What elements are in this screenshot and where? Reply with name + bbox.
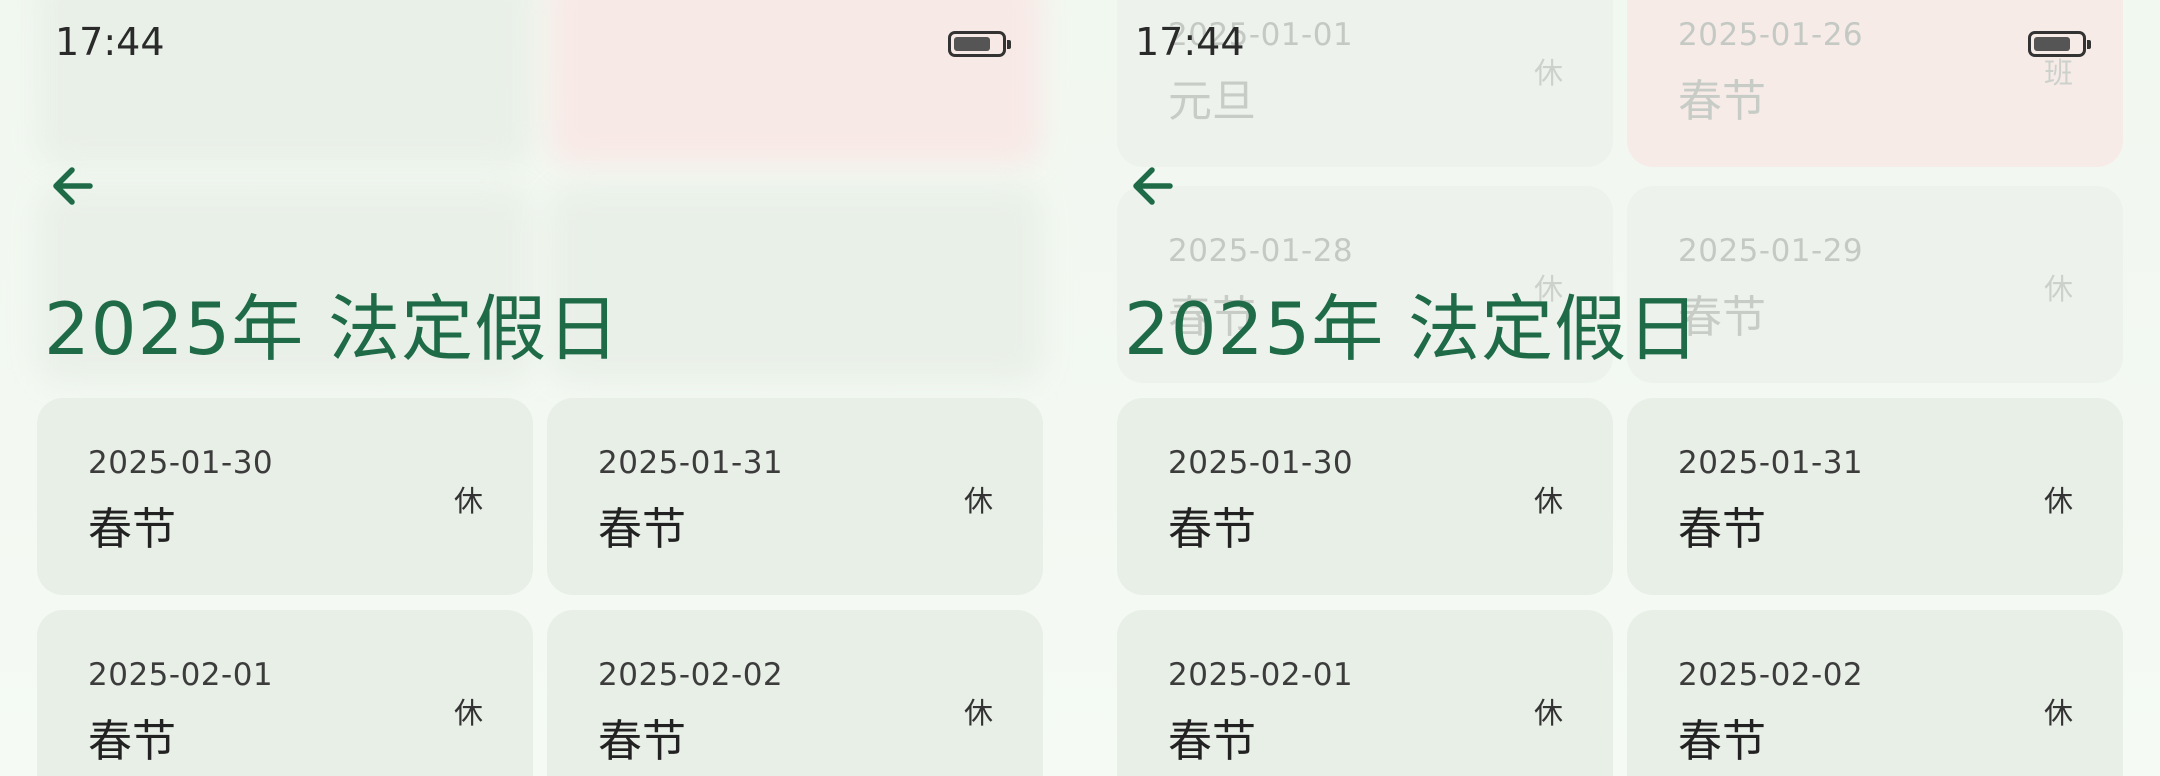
screen-left: 2025-01-30 春节 休 2025-01-31 春节 休 2025-02-… — [0, 0, 1080, 776]
holiday-tag: 休 — [453, 696, 483, 730]
holiday-card[interactable]: 2025-01-31 春节 休 — [547, 398, 1043, 595]
holiday-card[interactable]: 2025-01-01 元旦 休 — [1117, 0, 1613, 167]
screen-right: 2025-01-01 元旦 休 2025-01-26 春节 班 2025-01-… — [1080, 0, 2160, 776]
holiday-name: 春节 — [1678, 76, 1766, 127]
holiday-card[interactable]: 2025-01-31 春节 休 — [1627, 398, 2123, 595]
holiday-date: 2025-02-02 — [598, 657, 784, 693]
holiday-tag: 休 — [2043, 696, 2073, 730]
arrow-left-icon — [53, 167, 93, 205]
holiday-name: 春节 — [598, 716, 686, 767]
holiday-name: 元旦 — [1168, 76, 1256, 127]
holiday-date: 2025-01-30 — [1168, 445, 1354, 481]
holiday-card[interactable]: 2025-02-02 春节 休 — [547, 610, 1043, 776]
holiday-name: 春节 — [598, 504, 686, 555]
holiday-card[interactable]: 2025-02-02 春节 休 — [1627, 610, 2123, 776]
holiday-tag: 休 — [1533, 272, 1563, 306]
holiday-tag: 休 — [1533, 696, 1563, 730]
holiday-name: 春节 — [1678, 716, 1766, 767]
holiday-card[interactable]: 2025-01-30 春节 休 — [1117, 398, 1613, 595]
holiday-date: 2025-02-01 — [88, 657, 274, 693]
holiday-name: 春节 — [1678, 292, 1766, 343]
back-button[interactable] — [1124, 152, 1194, 222]
holiday-name: 春节 — [1678, 504, 1766, 555]
holiday-tag: 休 — [453, 484, 483, 518]
holiday-name: 春节 — [88, 504, 176, 555]
holiday-card[interactable]: 2025-02-01 春节 休 — [37, 610, 533, 776]
holiday-card[interactable]: 2025-01-30 春节 休 — [37, 398, 533, 595]
holiday-tag: 休 — [963, 696, 993, 730]
holiday-date: 2025-02-02 — [1678, 657, 1864, 693]
holiday-date: 2025-01-29 — [1678, 233, 1864, 269]
holiday-tag: 休 — [2043, 272, 2073, 306]
holiday-date: 2025-01-28 — [1168, 233, 1354, 269]
back-button[interactable] — [44, 152, 114, 222]
holiday-name: 春节 — [88, 716, 176, 767]
holiday-date: 2025-01-31 — [598, 445, 784, 481]
holiday-card[interactable] — [37, 0, 533, 167]
holiday-date: 2025-01-26 — [1678, 17, 1864, 53]
holiday-card[interactable] — [547, 186, 1043, 383]
holiday-tag: 班 — [2043, 56, 2073, 90]
holiday-list: 2025-01-30 春节 休 2025-01-31 春节 休 2025-02-… — [0, 0, 1080, 776]
holiday-date: 2025-01-01 — [1168, 17, 1354, 53]
holiday-date: 2025-02-01 — [1168, 657, 1354, 693]
holiday-date: 2025-01-30 — [88, 445, 274, 481]
holiday-name: 春节 — [1168, 292, 1256, 343]
holiday-card[interactable]: 2025-01-29 春节 休 — [1627, 186, 2123, 383]
arrow-left-icon — [1133, 167, 1173, 205]
holiday-list: 2025-01-01 元旦 休 2025-01-26 春节 班 2025-01-… — [1080, 0, 2160, 776]
holiday-tag: 休 — [1533, 56, 1563, 90]
holiday-tag: 休 — [2043, 484, 2073, 518]
holiday-name: 春节 — [1168, 504, 1256, 555]
holiday-date: 2025-01-31 — [1678, 445, 1864, 481]
holiday-name: 春节 — [1168, 716, 1256, 767]
holiday-card[interactable]: 2025-02-01 春节 休 — [1117, 610, 1613, 776]
holiday-tag: 休 — [963, 484, 993, 518]
holiday-card[interactable] — [547, 0, 1043, 167]
holiday-card[interactable]: 2025-01-26 春节 班 — [1627, 0, 2123, 167]
holiday-tag: 休 — [1533, 484, 1563, 518]
